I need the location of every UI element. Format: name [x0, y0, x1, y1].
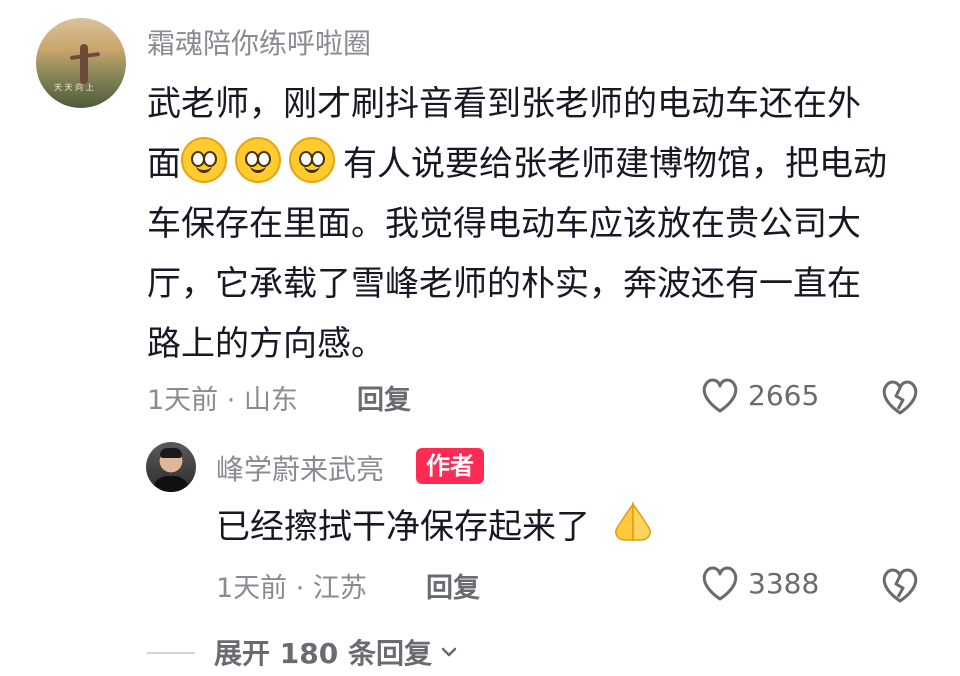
- avatar-watermark: 天 天 向 上: [54, 83, 94, 92]
- commenter-username[interactable]: 霜魂陪你练呼啦圈: [147, 22, 371, 62]
- comment-line-2-text: 有人说要给张老师建博物馆，把电动: [343, 144, 887, 184]
- heart-icon: [702, 566, 738, 601]
- reply-like-count: 3388: [748, 566, 820, 600]
- author-username[interactable]: 峰学蔚来武亮: [216, 448, 384, 488]
- comment-line-1: 武老师，刚才刷抖音看到张老师的电动车还在外: [147, 84, 861, 124]
- expand-replies-button[interactable]: 展开 180 条回复: [214, 632, 460, 672]
- author-badge: 作者: [416, 448, 484, 484]
- smile-emoji-icon: [289, 137, 335, 183]
- heart-icon: [702, 378, 738, 413]
- smile-emoji-icon: [235, 137, 281, 183]
- comment-line-4: 厅，它承载了雪峰老师的朴实，奔波还有一直在: [147, 264, 861, 304]
- reply-text-content: 已经擦拭干净保存起来了: [216, 507, 590, 547]
- comment-time-location: 1天前 · 山东: [147, 385, 298, 416]
- avatar-body: [152, 476, 190, 492]
- smile-emoji-icon: [181, 137, 227, 183]
- comment-line-5: 路上的方向感。: [147, 324, 385, 364]
- reply-button[interactable]: 回复: [357, 378, 411, 417]
- reply-like-button[interactable]: 3388: [700, 564, 819, 602]
- reply-text: 已经擦拭干净保存起来了: [216, 500, 655, 552]
- reply-time-location: 1天前 · 江苏: [216, 573, 367, 604]
- pray-hands-icon: [614, 501, 651, 541]
- reply-to-reply-button[interactable]: 回复: [426, 566, 480, 605]
- comment-line-2-prefix: 面: [147, 144, 181, 184]
- comment-text: 武老师，刚才刷抖音看到张老师的电动车还在外 面有人说要给张老师建博物馆，把电动 …: [147, 74, 937, 374]
- like-count: 2665: [748, 378, 820, 412]
- comment-line-2: 面 有人说要给张老师建博物馆，把电动: [147, 134, 937, 194]
- expand-replies-label: 展开 180 条回复: [214, 637, 432, 670]
- avatar-hair: [160, 448, 182, 458]
- avatar-figure: [80, 44, 88, 84]
- expand-divider: [147, 652, 195, 654]
- broken-heart-icon[interactable]: [880, 378, 920, 416]
- author-avatar[interactable]: [146, 442, 196, 492]
- comment-line-3: 车保存在里面。我觉得电动车应该放在贵公司大: [147, 204, 861, 244]
- like-button[interactable]: 2665: [700, 376, 819, 414]
- broken-heart-icon[interactable]: [880, 566, 920, 604]
- commenter-avatar[interactable]: 天 天 向 上: [36, 18, 126, 108]
- chevron-down-icon: [441, 647, 457, 657]
